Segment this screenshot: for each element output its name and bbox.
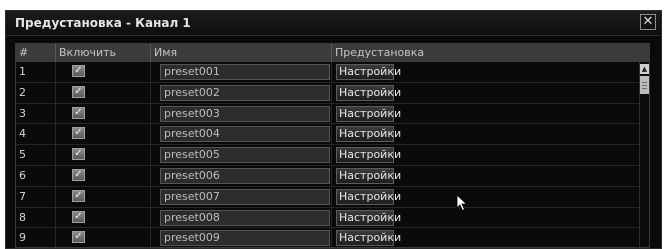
row-number: 8 (16, 207, 56, 228)
name-cell: preset004 (151, 124, 332, 145)
thumb-grip (642, 85, 647, 86)
row-number: 2 (16, 82, 56, 103)
table-row: 3 ✓ preset003 Настройки (16, 103, 639, 125)
thumb-grip (642, 88, 647, 89)
row-number: 1 (16, 62, 56, 82)
table-row: 9 ✓ preset009 Настройки (16, 228, 639, 247)
preset-cell: Настройки (332, 228, 639, 247)
enable-checkbox[interactable]: ✓ (72, 85, 85, 98)
name-cell: preset005 (151, 145, 332, 166)
settings-button[interactable]: Настройки (336, 84, 401, 101)
enable-cell: ✓ (56, 124, 151, 145)
scroll-thumb[interactable] (640, 76, 649, 94)
enable-checkbox[interactable]: ✓ (72, 127, 85, 140)
preset-name-field[interactable]: preset007 (160, 188, 330, 205)
table-row: 2 ✓ preset002 Настройки (16, 82, 639, 104)
table-row: 5 ✓ preset005 Настройки (16, 145, 639, 166)
vertical-scrollbar[interactable]: ▲ (639, 62, 649, 247)
column-header-name: Имя (151, 44, 332, 62)
preset-cell: Настройки (332, 208, 639, 228)
dialog-title: Предустановка - Канал 1 (15, 16, 191, 30)
settings-button[interactable]: Настройки (336, 230, 401, 247)
name-cell: preset002 (151, 82, 332, 103)
preset-cell: Настройки (332, 124, 639, 144)
table-row: 8 ✓ preset008 Настройки (16, 207, 639, 229)
name-cell: preset003 (151, 103, 332, 124)
settings-button[interactable]: Настройки (336, 64, 401, 80)
name-cell: preset008 (151, 207, 332, 228)
enable-cell: ✓ (56, 145, 151, 166)
table-row: 7 ✓ preset007 Настройки (16, 186, 639, 208)
enable-checkbox[interactable]: ✓ (72, 106, 85, 119)
preset-cell: Настройки (332, 145, 639, 165)
enable-cell: ✓ (56, 207, 151, 228)
enable-checkbox[interactable]: ✓ (72, 189, 85, 202)
preset-name-field[interactable]: preset009 (160, 230, 330, 247)
name-cell: preset006 (151, 165, 332, 186)
settings-button[interactable]: Настройки (336, 209, 401, 226)
table-header: # Включить Имя Предустановка (16, 44, 649, 62)
table-row: 1 ✓ preset001 Настройки (16, 62, 639, 83)
column-header-preset: Предустановка (335, 46, 425, 59)
enable-checkbox[interactable]: ✓ (72, 210, 85, 223)
preset-cell: Настройки (332, 62, 639, 82)
preset-name-field[interactable]: preset006 (160, 167, 330, 184)
enable-cell: ✓ (56, 165, 151, 186)
enable-checkbox[interactable]: ✓ (72, 65, 85, 77)
row-number: 3 (16, 103, 56, 124)
row-number: 4 (16, 124, 56, 145)
preset-name-field[interactable]: preset004 (160, 126, 330, 143)
enable-cell: ✓ (56, 62, 151, 82)
table-row: 4 ✓ preset004 Настройки (16, 124, 639, 146)
enable-cell: ✓ (56, 82, 151, 103)
enable-checkbox[interactable]: ✓ (72, 168, 85, 181)
preset-cell: Настройки (332, 166, 639, 186)
row-number: 9 (16, 228, 56, 247)
enable-checkbox[interactable]: ✓ (72, 148, 85, 161)
table-row: 6 ✓ preset006 Настройки (16, 165, 639, 187)
thumb-grip (642, 82, 647, 83)
enable-cell: ✓ (56, 228, 151, 247)
column-header-enable: Включить (56, 44, 151, 62)
preset-cell: Настройки (332, 187, 639, 207)
preset-cell: Настройки (332, 83, 639, 103)
preset-dialog: Предустановка - Канал 1 ✕ # Включить Имя… (5, 10, 662, 249)
settings-button[interactable]: Настройки (336, 167, 401, 184)
row-number: 7 (16, 186, 56, 207)
preset-table: # Включить Имя Предустановка 1 ✓ preset001… (15, 43, 650, 248)
preset-name-field[interactable]: preset001 (160, 64, 330, 80)
settings-button[interactable]: Настройки (336, 105, 401, 122)
settings-button[interactable]: Настройки (336, 126, 401, 143)
enable-checkbox[interactable]: ✓ (72, 231, 85, 244)
row-number: 6 (16, 165, 56, 186)
enable-cell: ✓ (56, 103, 151, 124)
name-cell: preset007 (151, 186, 332, 207)
column-header-num: # (16, 44, 56, 62)
row-number: 5 (16, 145, 56, 166)
name-cell: preset001 (151, 62, 332, 82)
dialog-titlebar: Предустановка - Канал 1 ✕ (6, 11, 661, 36)
enable-cell: ✓ (56, 186, 151, 207)
mouse-cursor-icon (456, 194, 468, 212)
table-body: 1 ✓ preset001 Настройки 2 ✓ preset002 Настройки… (16, 62, 639, 247)
scroll-up-icon[interactable]: ▲ (640, 64, 649, 74)
preset-cell: Настройки (332, 104, 639, 124)
preset-name-field[interactable]: preset005 (160, 147, 330, 164)
close-button[interactable]: ✕ (640, 14, 656, 30)
preset-name-field[interactable]: preset002 (160, 84, 330, 101)
preset-name-field[interactable]: preset008 (160, 209, 330, 226)
preset-name-field[interactable]: preset003 (160, 105, 330, 122)
settings-button[interactable]: Настройки (336, 147, 401, 164)
name-cell: preset009 (151, 228, 332, 247)
settings-button[interactable]: Настройки (336, 188, 401, 205)
